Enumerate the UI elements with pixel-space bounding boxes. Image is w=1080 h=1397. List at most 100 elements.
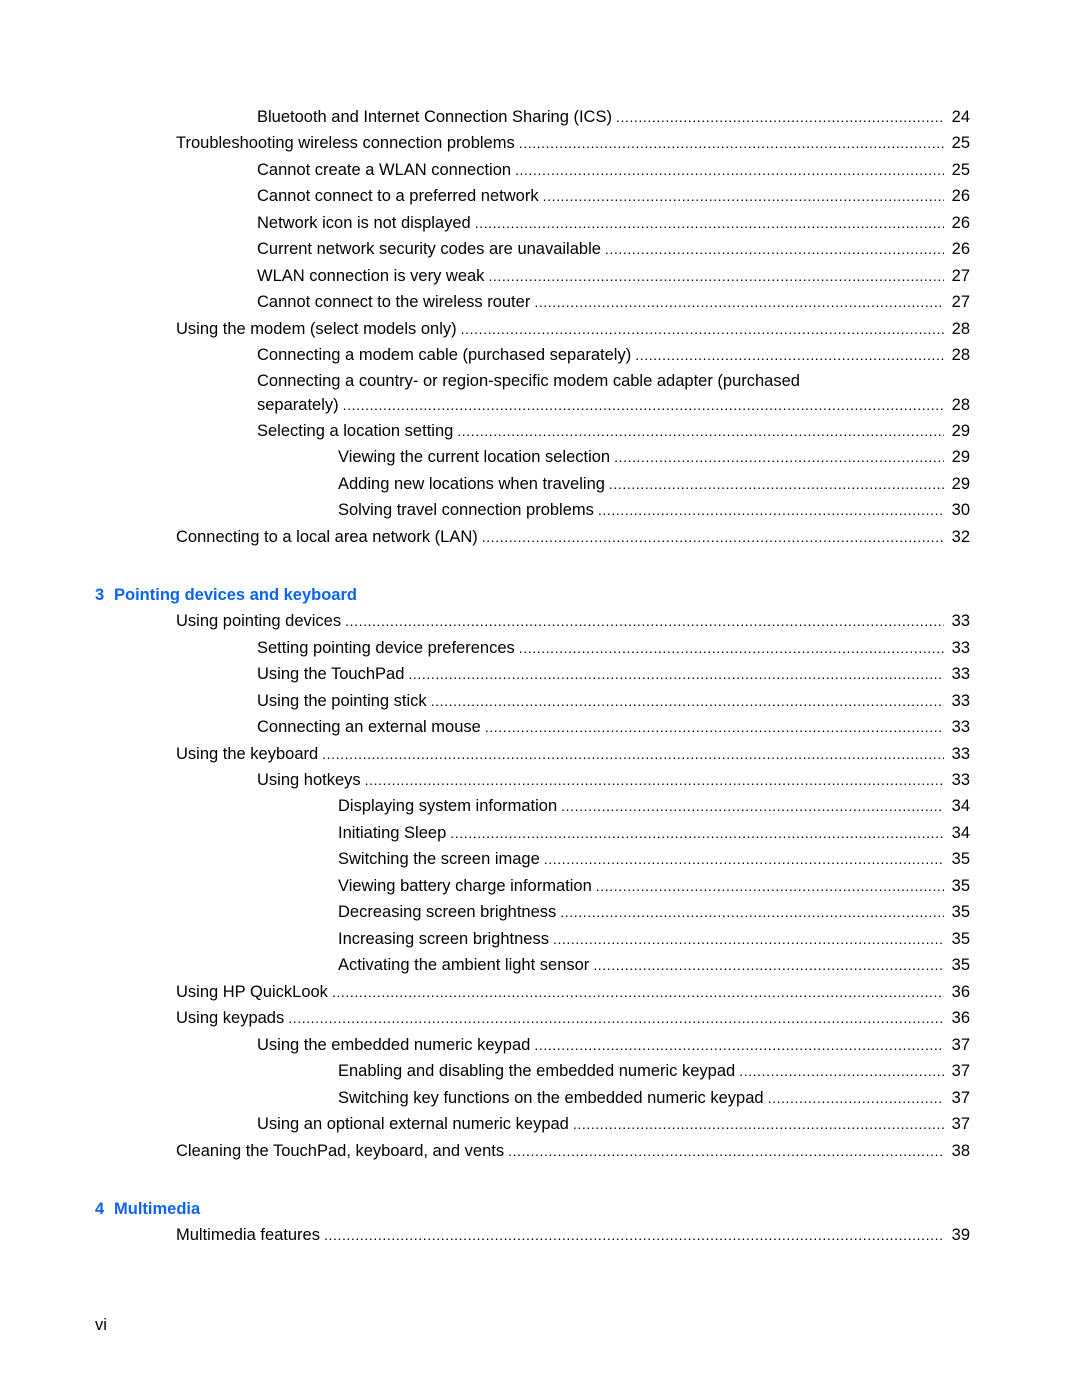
toc-entry-page[interactable]: 30 — [946, 497, 970, 523]
toc-entry-page[interactable]: 37 — [946, 1032, 970, 1058]
toc-entry[interactable]: Viewing the current location selection .… — [0, 444, 1080, 470]
toc-entry-title[interactable]: Activating the ambient light sensor — [338, 952, 594, 978]
toc-entry[interactable]: Adding new locations when traveling ....… — [0, 471, 1080, 497]
toc-entry[interactable]: Cannot create a WLAN connection ........… — [0, 157, 1080, 183]
toc-entry[interactable]: Activating the ambient light sensor ....… — [0, 952, 1080, 978]
toc-entry-title[interactable]: Connecting an external mouse — [257, 714, 485, 740]
toc-entry-page[interactable]: 25 — [946, 130, 970, 156]
toc-entry-page[interactable]: 37 — [946, 1111, 970, 1137]
toc-entry[interactable]: Troubleshooting wireless connection prob… — [0, 130, 1080, 156]
toc-entry-page[interactable]: 38 — [946, 1138, 970, 1164]
toc-entry[interactable]: Viewing battery charge information .....… — [0, 873, 1080, 899]
toc-entry-page[interactable]: 36 — [946, 979, 970, 1005]
toc-entry-page[interactable]: 26 — [946, 210, 970, 236]
toc-entry[interactable]: Multimedia features ....................… — [0, 1222, 1080, 1248]
toc-entry-page[interactable]: 26 — [946, 183, 970, 209]
toc-entry-title[interactable]: Cannot create a WLAN connection — [257, 157, 516, 183]
toc-entry-title[interactable]: Network icon is not displayed — [257, 210, 475, 236]
toc-entry-title[interactable]: Using the pointing stick — [257, 688, 431, 714]
toc-entry[interactable]: Solving travel connection problems .....… — [0, 497, 1080, 523]
toc-entry[interactable]: Using HP QuickLook .....................… — [0, 979, 1080, 1005]
toc-entry[interactable]: WLAN connection is very weak ...........… — [0, 263, 1080, 289]
toc-entry[interactable]: Switching key functions on the embedded … — [0, 1085, 1080, 1111]
toc-entry-title[interactable]: WLAN connection is very weak — [257, 263, 489, 289]
toc-entry-title[interactable]: Troubleshooting wireless connection prob… — [176, 130, 519, 156]
toc-entry-title[interactable]: Using an optional external numeric keypa… — [257, 1111, 573, 1137]
toc-entry-title[interactable]: Selecting a location setting — [257, 418, 458, 444]
toc-entry[interactable]: Network icon is not displayed ..........… — [0, 210, 1080, 236]
toc-entry[interactable]: separately) ............................… — [0, 392, 1080, 418]
toc-entry-title[interactable]: Using keypads — [176, 1005, 289, 1031]
toc-entry-title[interactable]: Connecting to a local area network (LAN) — [176, 524, 482, 550]
toc-entry-title[interactable]: Increasing screen brightness — [338, 926, 553, 952]
toc-entry[interactable]: Decreasing screen brightness ...........… — [0, 899, 1080, 925]
toc-entry[interactable]: Connecting to a local area network (LAN)… — [0, 524, 1080, 550]
toc-entry[interactable]: Cannot connect to the wireless router ..… — [0, 289, 1080, 315]
toc-entry[interactable]: Cleaning the TouchPad, keyboard, and ven… — [0, 1138, 1080, 1164]
toc-entry-title[interactable]: Using the embedded numeric keypad — [257, 1032, 535, 1058]
toc-entry[interactable]: Using the TouchPad .....................… — [0, 661, 1080, 687]
toc-entry-page[interactable]: 28 — [946, 342, 970, 368]
toc-entry-page[interactable]: 33 — [946, 688, 970, 714]
toc-entry-page[interactable]: 28 — [946, 392, 970, 418]
toc-entry-page[interactable]: 34 — [946, 820, 970, 846]
chapter-heading[interactable]: 4 Multimedia — [95, 1196, 200, 1222]
toc-entry-title[interactable]: Cleaning the TouchPad, keyboard, and ven… — [176, 1138, 509, 1164]
toc-entry-title[interactable]: Viewing battery charge information — [338, 873, 596, 899]
toc-entry-page[interactable]: 39 — [946, 1222, 970, 1248]
toc-entry-page[interactable]: 24 — [946, 104, 970, 130]
toc-entry-page[interactable]: 33 — [946, 635, 970, 661]
toc-entry[interactable]: Connecting an external mouse ...........… — [0, 714, 1080, 740]
toc-entry-title[interactable]: Using pointing devices — [176, 608, 346, 634]
toc-entry-page[interactable]: 37 — [946, 1085, 970, 1111]
toc-entry[interactable]: Setting pointing device preferences ....… — [0, 635, 1080, 661]
toc-entry[interactable]: Using the embedded numeric keypad ......… — [0, 1032, 1080, 1058]
toc-entry-title[interactable]: separately) — [257, 392, 343, 418]
toc-entry-title[interactable]: Using the modem (select models only) — [176, 316, 461, 342]
toc-entry-page[interactable]: 29 — [946, 471, 970, 497]
toc-entry-page[interactable]: 35 — [946, 952, 970, 978]
toc-entry-title[interactable]: Using the keyboard — [176, 741, 323, 767]
toc-entry-page[interactable]: 33 — [946, 767, 970, 793]
toc-entry-title[interactable]: Solving travel connection problems — [338, 497, 598, 523]
toc-entry-title[interactable]: Using the TouchPad — [257, 661, 409, 687]
toc-entry-title[interactable]: Multimedia features — [176, 1222, 324, 1248]
toc-entry[interactable]: Bluetooth and Internet Connection Sharin… — [0, 104, 1080, 130]
toc-entry-page[interactable]: 33 — [946, 608, 970, 634]
toc-entry[interactable]: Switching the screen image .............… — [0, 846, 1080, 872]
toc-entry-page[interactable]: 37 — [946, 1058, 970, 1084]
toc-entry-title[interactable]: Enabling and disabling the embedded nume… — [338, 1058, 740, 1084]
toc-entry-page[interactable]: 33 — [946, 661, 970, 687]
toc-entry-title[interactable]: Using hotkeys — [257, 767, 365, 793]
toc-entry-title[interactable]: Cannot connect to a preferred network — [257, 183, 543, 209]
toc-entry[interactable]: Connecting a modem cable (purchased sepa… — [0, 342, 1080, 368]
toc-entry-title[interactable]: Current network security codes are unava… — [257, 236, 605, 262]
toc-entry-title[interactable]: Setting pointing device preferences — [257, 635, 519, 661]
toc-entry-page[interactable]: 35 — [946, 926, 970, 952]
toc-entry-page[interactable]: 29 — [946, 444, 970, 470]
toc-entry[interactable]: Using an optional external numeric keypa… — [0, 1111, 1080, 1137]
toc-entry-title[interactable]: Switching the screen image — [338, 846, 544, 872]
toc-entry-title[interactable]: Decreasing screen brightness — [338, 899, 561, 925]
toc-entry-page[interactable]: 35 — [946, 899, 970, 925]
toc-entry[interactable]: Selecting a location setting ...........… — [0, 418, 1080, 444]
toc-entry-page[interactable]: 35 — [946, 873, 970, 899]
toc-entry-title[interactable]: Viewing the current location selection — [338, 444, 615, 470]
toc-entry-title[interactable]: Switching key functions on the embedded … — [338, 1085, 768, 1111]
toc-entry[interactable]: Using the pointing stick ...............… — [0, 688, 1080, 714]
toc-entry[interactable]: Enabling and disabling the embedded nume… — [0, 1058, 1080, 1084]
toc-entry-title[interactable]: Bluetooth and Internet Connection Sharin… — [257, 104, 616, 130]
chapter-title[interactable]: Multimedia — [114, 1200, 200, 1218]
chapter-title[interactable]: Pointing devices and keyboard — [114, 586, 357, 604]
toc-entry-page[interactable]: 29 — [946, 418, 970, 444]
toc-entry-page[interactable]: 35 — [946, 846, 970, 872]
toc-entry[interactable]: Current network security codes are unava… — [0, 236, 1080, 262]
toc-entry-page[interactable]: 26 — [946, 236, 970, 262]
toc-entry-page[interactable]: 33 — [946, 741, 970, 767]
toc-entry-page[interactable]: 27 — [946, 289, 970, 315]
toc-entry[interactable]: Initiating Sleep .......................… — [0, 820, 1080, 846]
toc-entry-page[interactable]: 34 — [946, 793, 970, 819]
toc-entry-title-line1[interactable]: Connecting a country- or region-specific… — [257, 368, 800, 394]
toc-entry-page[interactable]: 32 — [946, 524, 970, 550]
toc-entry-title[interactable]: Displaying system information — [338, 793, 562, 819]
